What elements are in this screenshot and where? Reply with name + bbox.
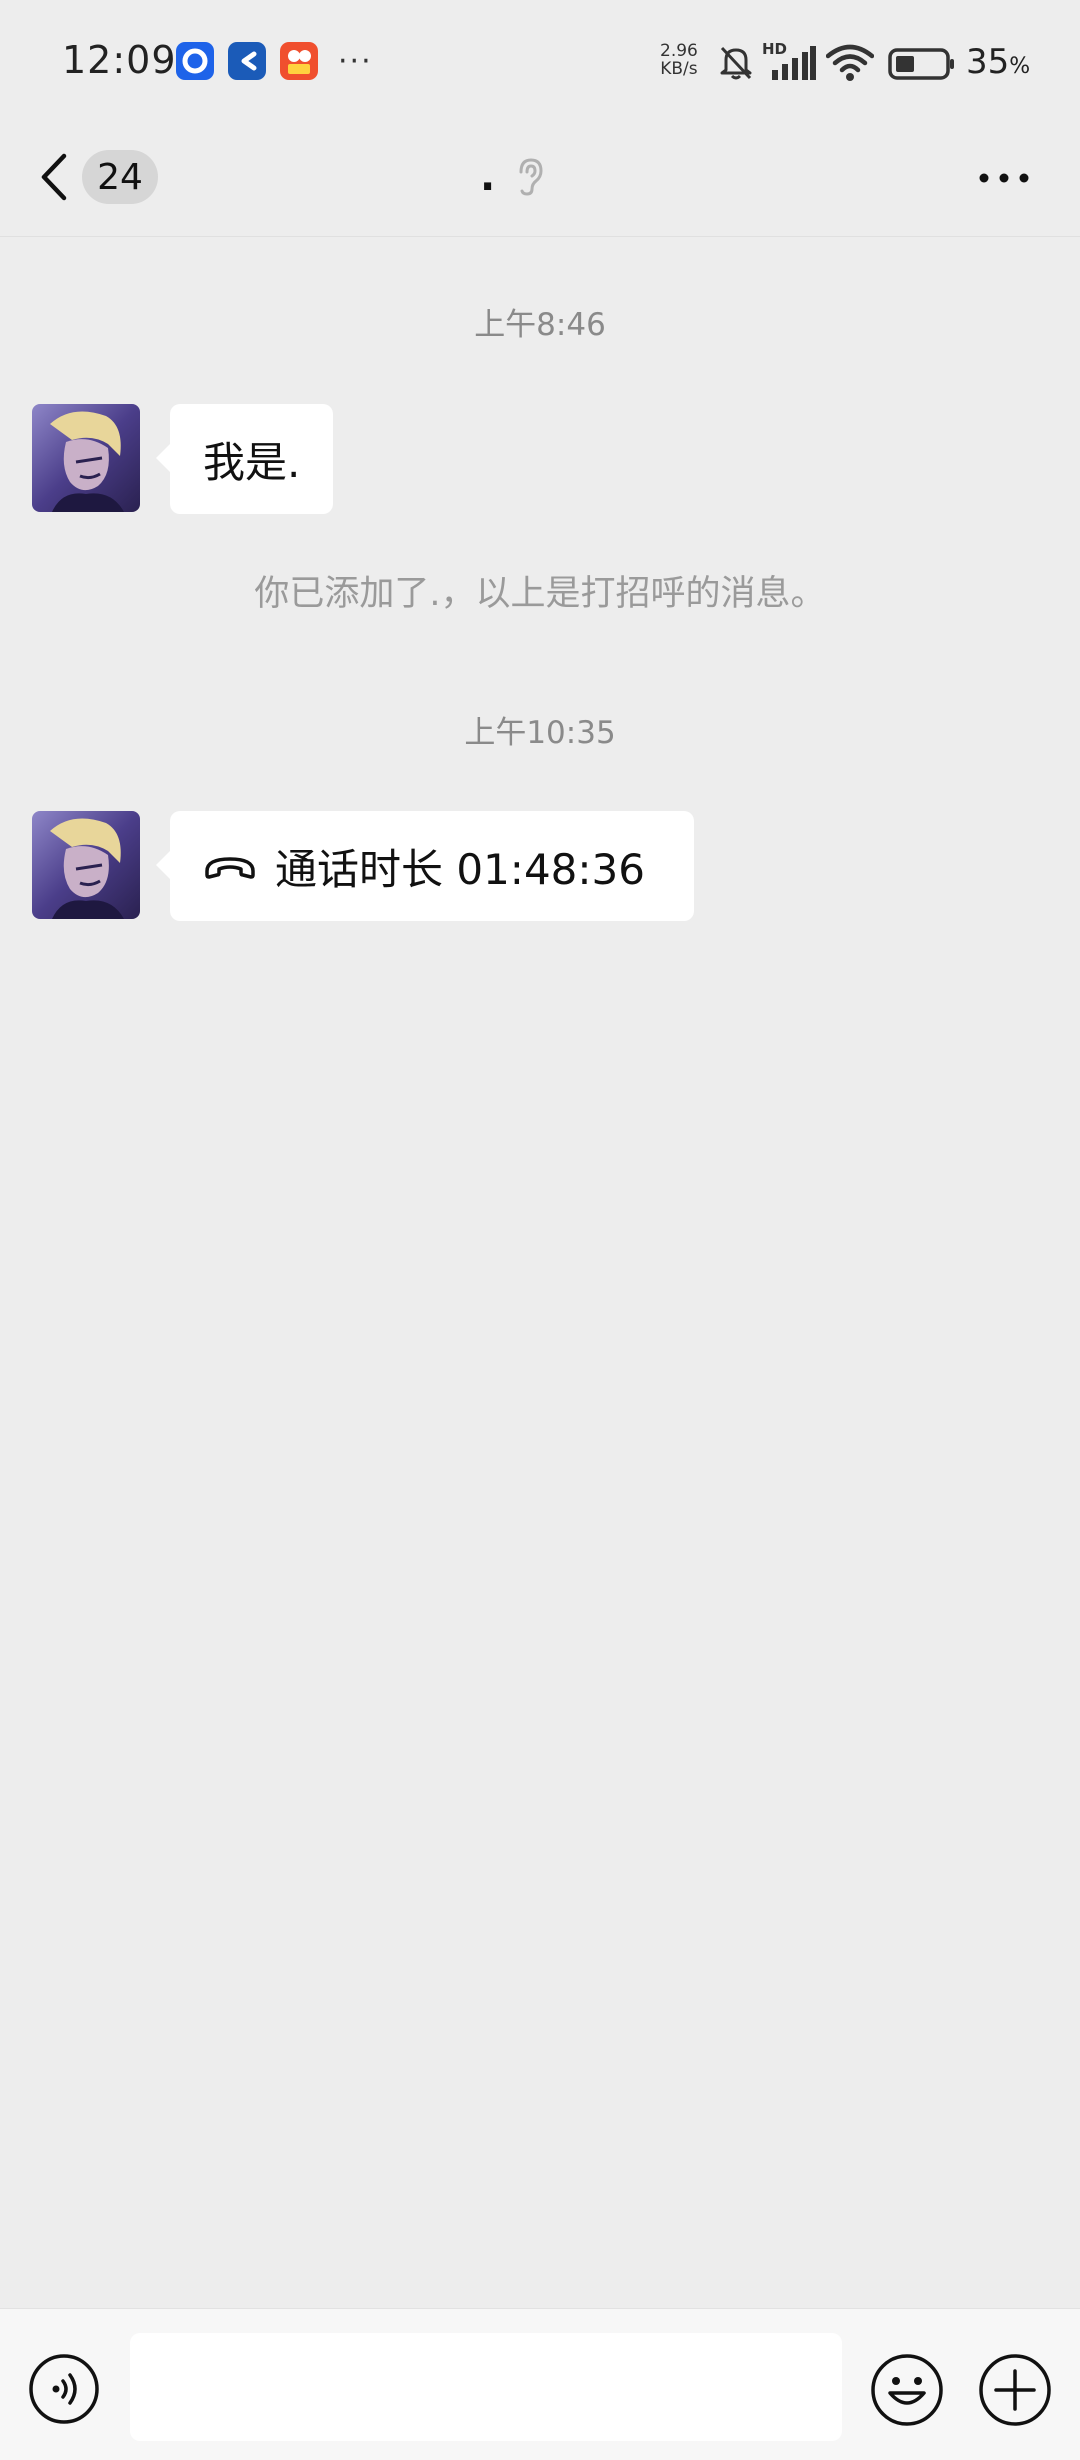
message-timestamp: 上午8:46	[474, 307, 606, 343]
status-bar: 12:09 ··· 2.96 KB/s HD 35%	[0, 0, 1080, 118]
chat-header: 24 .	[0, 118, 1080, 237]
network-speed: 2.96 KB/s	[660, 42, 698, 78]
app-blue-circle-icon	[176, 42, 214, 80]
signal-strength-icon	[772, 46, 816, 80]
unread-count-badge: 24	[82, 150, 158, 204]
plus-circle-icon	[979, 2354, 1051, 2426]
phone-hangup-icon	[203, 851, 257, 881]
chat-title: .	[480, 154, 496, 200]
voice-input-button[interactable]	[28, 2353, 100, 2425]
message-input[interactable]	[130, 2333, 842, 2441]
chat-screen: 12:09 ··· 2.96 KB/s HD 35% 24 . 上午8:46 我…	[0, 0, 1080, 2460]
battery-percent-value: 35	[966, 42, 1010, 82]
more-options-button[interactable]	[968, 148, 1040, 208]
message-list[interactable]: 上午8:46 我是. 你已添加了.，以上是打招呼的消息。 上午10:35 通话时…	[0, 237, 1080, 2307]
ear-icon	[519, 158, 543, 196]
network-speed-value: 2.96	[660, 41, 698, 61]
battery-icon	[888, 48, 954, 80]
app-blue-c-icon	[228, 42, 266, 80]
emoji-button[interactable]	[870, 2353, 944, 2427]
notification-icons: ···	[176, 42, 373, 80]
message-bubble-text[interactable]: 我是.	[155, 404, 334, 514]
more-functions-button[interactable]	[978, 2353, 1052, 2427]
wifi-icon	[826, 44, 874, 81]
app-orange-video-icon	[280, 42, 318, 80]
input-bar	[0, 2308, 1080, 2460]
battery-percent-unit: %	[1009, 54, 1031, 79]
message-timestamp: 上午10:35	[464, 715, 616, 751]
message-text: 我是.	[203, 437, 301, 487]
call-duration-text: 通话时长 01:48:36	[275, 844, 645, 894]
more-horizontal-icon	[979, 173, 1029, 183]
back-button[interactable]: 24	[36, 144, 158, 210]
bell-off-icon	[720, 46, 752, 80]
chevron-left-icon	[41, 153, 67, 201]
contact-avatar[interactable]	[32, 811, 140, 919]
more-notifications-icon: ···	[338, 43, 373, 79]
status-time: 12:09	[62, 38, 177, 82]
network-speed-unit: KB/s	[660, 59, 698, 79]
emoji-icon	[871, 2354, 943, 2426]
call-record-bubble[interactable]: 通话时长 01:48:36	[156, 811, 694, 921]
chat-title-area[interactable]: .	[480, 144, 547, 210]
voice-icon	[29, 2354, 99, 2424]
battery-percent: 35%	[966, 42, 1030, 82]
system-message: 你已添加了.，以上是打招呼的消息。	[254, 574, 826, 614]
contact-avatar[interactable]	[32, 404, 140, 512]
